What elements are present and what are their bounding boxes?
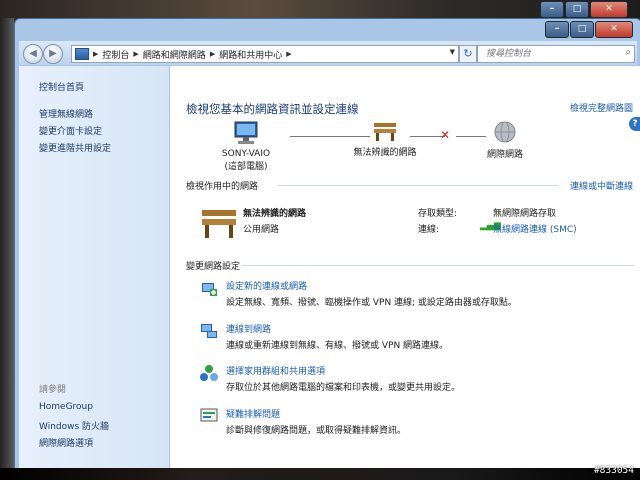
background-window-titlebar: – □ ✕ (0, 0, 640, 20)
connect-to-network-desc: 連線或重新連線到無線、有線、撥號或 VPN 網路連線。 (226, 341, 449, 351)
sidebar-item-internet-options[interactable]: 網際網路選項 (39, 436, 93, 449)
bench-icon (374, 123, 396, 141)
breadcrumb-separator: ▶ (133, 50, 139, 58)
no-connection-icon: ✕ (439, 128, 451, 142)
desktop-bottom-strip (0, 468, 640, 480)
computer-icon (234, 121, 258, 144)
breadcrumb-network-sharing-center[interactable]: 網路和共用中心 (219, 48, 282, 61)
forward-arrow-icon[interactable]: ▶ (43, 44, 63, 64)
access-type-value: 無網際網路存取 (493, 209, 557, 219)
troubleshoot-link[interactable]: 疑難排解問題 (226, 407, 280, 420)
search-icon[interactable]: ⌕ (625, 47, 631, 58)
change-settings-heading: 變更網路設定 (186, 262, 241, 272)
chevron-down-icon[interactable]: ▼ (450, 48, 455, 56)
maximize-button-back[interactable]: □ (565, 1, 589, 18)
network-sharing-window: – □ ✕ ◀ ▶ ▶ 控制台 ▶ 網路和網際網路 ▶ 網路和共用中心 ▶ ▼ … (14, 18, 640, 470)
map-node-internet[interactable]: 網際網路 (475, 120, 535, 160)
connect-network-icon (201, 324, 217, 338)
maximize-button[interactable]: □ (570, 21, 594, 38)
breadcrumb-separator: ▶ (209, 50, 216, 58)
connect-disconnect-link[interactable]: 連線或中斷連線 (570, 179, 633, 192)
homegroup-sharing-desc: 存取位於其他網路電腦的檔案和印表機，或變更共用設定。 (226, 383, 461, 393)
divider (278, 185, 558, 186)
desktop-left-edge (0, 18, 14, 468)
sidebar-item-advanced-sharing[interactable]: 變更進階共用設定 (39, 141, 111, 154)
address-bar: ◀ ▶ ▶ 控制台 ▶ 網路和網際網路 ▶ 網路和共用中心 ▶ ▼ ↻ ⌕ (19, 41, 637, 65)
computer-subtitle: (這部電腦) (224, 162, 268, 172)
breadcrumb-control-panel[interactable]: 控制台 (102, 48, 129, 61)
page-title: 檢視您基本的網路資訊並設定連線 (186, 102, 359, 116)
help-icon[interactable]: ? (629, 117, 640, 131)
main-content: ? 檢視您基本的網路資訊並設定連線 檢視完整網路圖 SONY-VAIO (這部電… (170, 66, 640, 468)
active-network-name: 無法辨識的網路 (243, 209, 307, 219)
setup-connection-desc: 設定無線、寬頻、撥號、臨機操作或 VPN 連線; 或設定路由器或存取點。 (226, 298, 517, 308)
divider (242, 265, 634, 266)
map-internet-label: 網際網路 (486, 150, 523, 160)
control-panel-icon (75, 48, 89, 60)
minimize-button[interactable]: – (545, 21, 569, 38)
active-network-type[interactable]: 公用網路 (243, 222, 279, 235)
active-networks-heading: 檢視作用中的網路 (186, 182, 259, 192)
breadcrumb[interactable]: ▶ 控制台 ▶ 網路和網際網路 ▶ 網路和共用中心 ▶ ▼ (71, 45, 459, 63)
breadcrumb-network-internet[interactable]: 網路和網際網路 (143, 48, 206, 61)
sidebar-item-adapter-settings[interactable]: 變更介面卡設定 (39, 124, 102, 137)
homegroup-icon (200, 365, 218, 381)
sidebar-item-homegroup[interactable]: HomeGroup (39, 402, 93, 412)
troubleshoot-desc: 診斷與修復網路問題，或取得疑難排解資訊。 (226, 426, 407, 436)
map-node-computer[interactable]: SONY-VAIO (這部電腦) (211, 120, 281, 172)
close-button[interactable]: ✕ (595, 21, 633, 38)
back-arrow-icon[interactable]: ◀ (23, 44, 43, 64)
breadcrumb-separator: ▶ (93, 50, 99, 58)
search-box[interactable]: ⌕ (477, 45, 635, 63)
homegroup-sharing-link[interactable]: 選擇家用群組和共用選項 (226, 364, 325, 377)
refresh-icon[interactable]: ↻ (459, 45, 477, 63)
troubleshoot-icon (200, 408, 218, 422)
close-button-back[interactable]: ✕ (590, 1, 628, 18)
connect-to-network-link[interactable]: 連線到網路 (226, 322, 271, 335)
breadcrumb-separator: ▶ (286, 50, 292, 58)
new-connection-icon (202, 283, 217, 296)
minimize-button-back[interactable]: – (540, 1, 564, 18)
map-node-network[interactable]: 無法辨識的網路 (345, 120, 425, 158)
search-input[interactable] (478, 46, 616, 61)
watermark: #833054 (593, 465, 634, 476)
sidebar-item-control-panel-home[interactable]: 控制台首頁 (39, 80, 84, 93)
sidebar: 控制台首頁 管理無線網路 變更介面卡設定 變更進階共用設定 請參閱 HomeGr… (19, 66, 169, 468)
see-also-title: 請參閱 (39, 385, 67, 395)
map-network-label: 無法辨識的網路 (353, 148, 417, 158)
sidebar-item-manage-wireless[interactable]: 管理無線網路 (39, 107, 93, 120)
setup-connection-link[interactable]: 設定新的連線或網路 (226, 279, 307, 292)
connections-label: 連線: (418, 225, 440, 235)
globe-icon (494, 121, 516, 143)
bench-icon (202, 210, 236, 238)
wireless-connection-link[interactable]: 無線網路連線 (SMC) (493, 222, 577, 235)
computer-name: SONY-VAIO (221, 149, 271, 159)
sidebar-item-windows-firewall[interactable]: Windows 防火牆 (39, 419, 109, 432)
full-map-link[interactable]: 檢視完整網路圖 (570, 101, 633, 114)
access-type-label: 存取類型: (418, 209, 458, 219)
